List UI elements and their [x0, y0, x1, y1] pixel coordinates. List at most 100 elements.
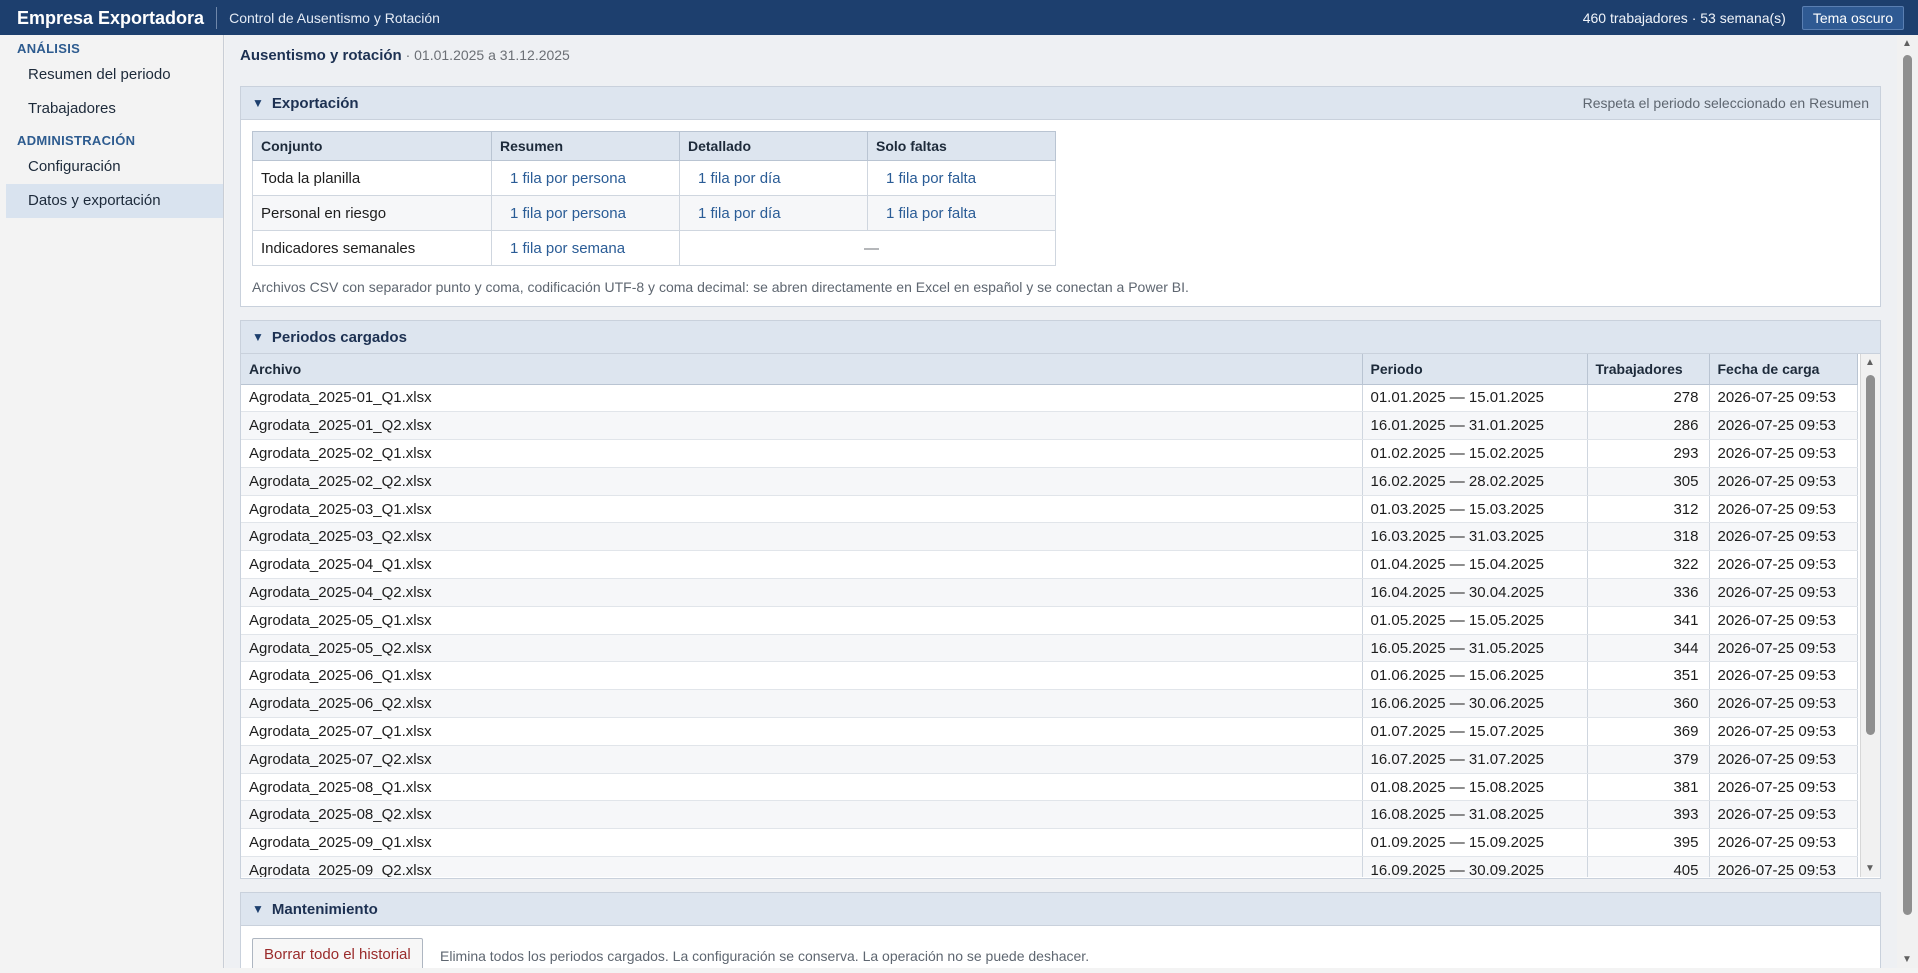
collapse-triangle-icon[interactable]: ▼ [252, 330, 264, 344]
period-row[interactable]: Agrodata_2025-06_Q2.xlsx 16.06.2025 — 30.… [241, 689, 1858, 719]
page-scroll-up-arrow-icon[interactable]: ▲ [1902, 38, 1912, 49]
period-load-date-cell: 2026-07-25 09:53 [1709, 522, 1858, 552]
sidebar-item-data-export[interactable]: Datos y exportación [6, 184, 223, 218]
period-workers-cell: 395 [1587, 828, 1710, 858]
period-row[interactable]: Agrodata_2025-09_Q2.xlsx 16.09.2025 — 30.… [241, 856, 1858, 877]
sidebar-item-period-summary[interactable]: Resumen del periodo [6, 58, 223, 92]
period-load-date-cell: 2026-07-25 09:53 [1709, 495, 1858, 524]
period-file-cell: Agrodata_2025-04_Q2.xlsx [241, 578, 1363, 607]
maintenance-panel-header[interactable]: ▼ Mantenimiento [241, 893, 1880, 926]
period-row[interactable]: Agrodata_2025-03_Q2.xlsx 16.03.2025 — 31.… [241, 522, 1858, 552]
period-load-date-cell: 2026-07-25 09:53 [1709, 606, 1858, 635]
export-footnote: Archivos CSV con separador punto y coma,… [252, 279, 1189, 295]
export-link-summary[interactable]: 1 fila por semana [500, 240, 625, 257]
export-panel-title: Exportación [271, 94, 359, 112]
period-row[interactable]: Agrodata_2025-03_Q1.xlsx 01.03.2025 — 15.… [241, 495, 1858, 524]
sidebar: ANÁLISIS Resumen del periodo Trabajadore… [6, 35, 224, 968]
periods-panel-header[interactable]: ▼ Periodos cargados [241, 321, 1880, 354]
export-row-all-staff: Toda la planilla 1 fila por persona 1 fi… [252, 160, 1056, 196]
period-file-cell: Agrodata_2025-05_Q1.xlsx [241, 606, 1363, 635]
period-row[interactable]: Agrodata_2025-06_Q1.xlsx 01.06.2025 — 15.… [241, 661, 1858, 691]
periods-header-load-date[interactable]: Fecha de carga [1709, 354, 1858, 385]
page-scroll-thumb[interactable] [1903, 55, 1912, 915]
period-range-cell: 16.09.2025 — 30.09.2025 [1362, 856, 1588, 877]
period-row[interactable]: Agrodata_2025-08_Q1.xlsx 01.08.2025 — 15.… [241, 773, 1858, 802]
period-row[interactable]: Agrodata_2025-08_Q2.xlsx 16.08.2025 — 31.… [241, 800, 1858, 830]
period-workers-cell: 351 [1587, 661, 1710, 691]
export-header-absences: Solo faltas [867, 131, 1056, 161]
period-range-cell: 01.02.2025 — 15.02.2025 [1362, 439, 1588, 468]
period-file-cell: Agrodata_2025-01_Q2.xlsx [241, 411, 1363, 441]
period-row[interactable]: Agrodata_2025-07_Q1.xlsx 01.07.2025 — 15.… [241, 717, 1858, 746]
top-bar: Empresa Exportadora Control de Ausentism… [0, 0, 1918, 35]
page-title: Ausentismo y rotación [240, 47, 402, 64]
period-file-cell: Agrodata_2025-08_Q2.xlsx [241, 800, 1363, 830]
export-header-summary: Resumen [491, 131, 680, 161]
period-load-date-cell: 2026-07-25 09:53 [1709, 634, 1858, 663]
period-row[interactable]: Agrodata_2025-02_Q1.xlsx 01.02.2025 — 15.… [241, 439, 1858, 468]
period-file-cell: Agrodata_2025-06_Q1.xlsx [241, 661, 1363, 691]
collapse-triangle-icon[interactable]: ▼ [252, 96, 264, 110]
period-row[interactable]: Agrodata_2025-04_Q1.xlsx 01.04.2025 — 15.… [241, 550, 1858, 580]
page-date-range: · 01.01.2025 a 31.12.2025 [401, 47, 570, 63]
period-workers-cell: 312 [1587, 495, 1710, 524]
period-file-cell: Agrodata_2025-05_Q2.xlsx [241, 634, 1363, 663]
period-load-date-cell: 2026-07-25 09:53 [1709, 384, 1858, 413]
period-row[interactable]: Agrodata_2025-05_Q1.xlsx 01.05.2025 — 15.… [241, 606, 1858, 635]
main-content: Ausentismo y rotación · 01.01.2025 a 31.… [225, 35, 1897, 968]
scroll-up-arrow-icon[interactable]: ▲ [1865, 357, 1875, 368]
period-row[interactable]: Agrodata_2025-04_Q2.xlsx 16.04.2025 — 30.… [241, 578, 1858, 607]
periods-panel-title: Periodos cargados [271, 328, 407, 346]
period-range-cell: 16.01.2025 — 31.01.2025 [1362, 411, 1588, 441]
page-scroll-down-arrow-icon[interactable]: ▼ [1902, 954, 1912, 965]
page-scrollbar[interactable]: ▲ ▼ [1897, 35, 1918, 968]
period-file-cell: Agrodata_2025-01_Q1.xlsx [241, 384, 1363, 413]
period-range-cell: 16.07.2025 — 31.07.2025 [1362, 745, 1588, 774]
periods-header-period[interactable]: Periodo [1362, 354, 1588, 385]
export-table: Conjunto Resumen Detallado Solo faltas T… [252, 131, 1056, 266]
period-workers-cell: 381 [1587, 773, 1710, 802]
export-link-summary[interactable]: 1 fila por persona [500, 205, 626, 222]
period-file-cell: Agrodata_2025-02_Q2.xlsx [241, 467, 1363, 496]
period-row[interactable]: Agrodata_2025-07_Q2.xlsx 16.07.2025 — 31.… [241, 745, 1858, 774]
period-load-date-cell: 2026-07-25 09:53 [1709, 550, 1858, 580]
collapse-triangle-icon[interactable]: ▼ [252, 902, 264, 916]
period-row[interactable]: Agrodata_2025-01_Q2.xlsx 16.01.2025 — 31.… [241, 411, 1858, 441]
scroll-down-arrow-icon[interactable]: ▼ [1865, 863, 1875, 874]
export-link-detailed[interactable]: 1 fila por día [688, 170, 781, 187]
period-workers-cell: 322 [1587, 550, 1710, 580]
period-range-cell: 01.01.2025 — 15.01.2025 [1362, 384, 1588, 413]
period-range-cell: 01.09.2025 — 15.09.2025 [1362, 828, 1588, 858]
periods-scroll-thumb[interactable] [1866, 375, 1875, 735]
export-link-absences[interactable]: 1 fila por falta [876, 205, 976, 222]
export-link-summary[interactable]: 1 fila por persona [500, 170, 626, 187]
period-row[interactable]: Agrodata_2025-05_Q2.xlsx 16.05.2025 — 31.… [241, 634, 1858, 663]
period-file-cell: Agrodata_2025-06_Q2.xlsx [241, 689, 1363, 719]
period-file-cell: Agrodata_2025-03_Q2.xlsx [241, 522, 1363, 552]
period-row[interactable]: Agrodata_2025-09_Q1.xlsx 01.09.2025 — 15.… [241, 828, 1858, 858]
period-row[interactable]: Agrodata_2025-02_Q2.xlsx 16.02.2025 — 28.… [241, 467, 1858, 496]
period-workers-cell: 293 [1587, 439, 1710, 468]
period-workers-cell: 341 [1587, 606, 1710, 635]
maintenance-note: Elimina todos los periodos cargados. La … [440, 948, 1090, 964]
sidebar-item-workers[interactable]: Trabajadores [6, 92, 223, 126]
page-header: Ausentismo y rotación · 01.01.2025 a 31.… [240, 47, 570, 64]
export-header-set: Conjunto [252, 131, 492, 161]
periods-scrollbar[interactable]: ▲ ▼ [1860, 354, 1880, 877]
period-load-date-cell: 2026-07-25 09:53 [1709, 745, 1858, 774]
periods-header-workers[interactable]: Trabajadores [1587, 354, 1710, 385]
app-title: Empresa Exportadora [0, 6, 218, 29]
period-workers-cell: 360 [1587, 689, 1710, 719]
periods-header-file[interactable]: Archivo [241, 354, 1363, 385]
export-link-detailed[interactable]: 1 fila por día [688, 205, 781, 222]
export-link-absences[interactable]: 1 fila por falta [876, 170, 976, 187]
period-row[interactable]: Agrodata_2025-01_Q1.xlsx 01.01.2025 — 15.… [241, 384, 1858, 413]
period-load-date-cell: 2026-07-25 09:53 [1709, 717, 1858, 746]
period-load-date-cell: 2026-07-25 09:53 [1709, 828, 1858, 858]
clear-history-button[interactable]: Borrar todo el historial [252, 938, 423, 968]
dark-theme-button[interactable]: Tema oscuro [1801, 5, 1904, 30]
period-range-cell: 16.03.2025 — 31.03.2025 [1362, 522, 1588, 552]
period-workers-cell: 379 [1587, 745, 1710, 774]
sidebar-item-settings[interactable]: Configuración [6, 150, 223, 184]
periods-table: Archivo Periodo Trabajadores Fecha de ca… [241, 354, 1858, 877]
